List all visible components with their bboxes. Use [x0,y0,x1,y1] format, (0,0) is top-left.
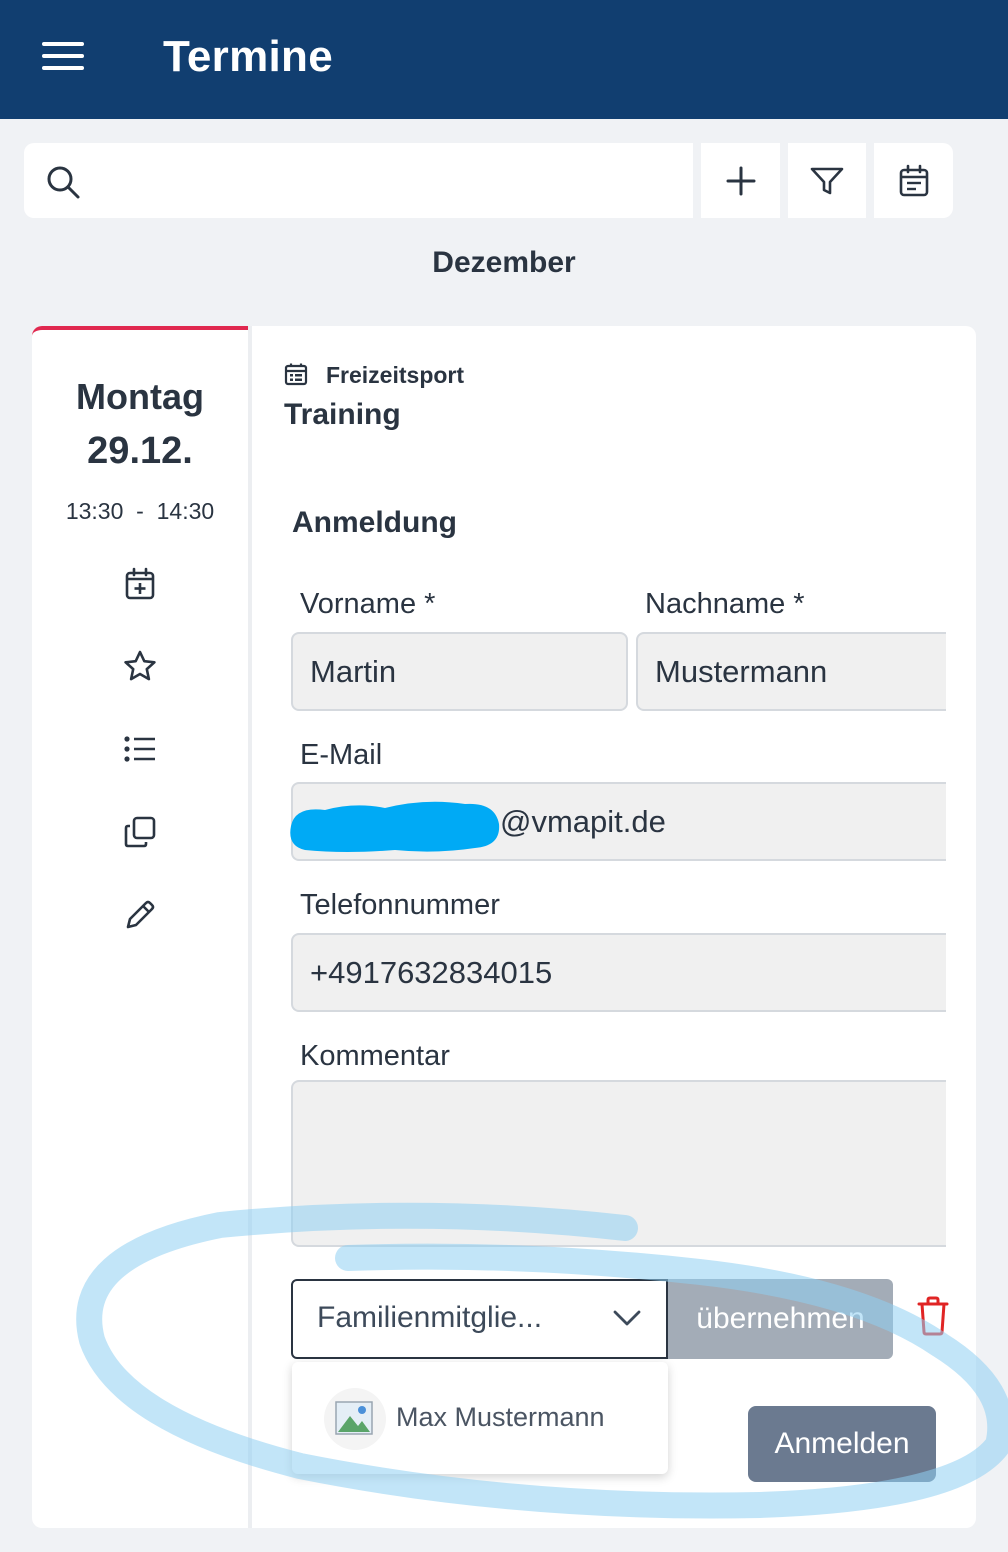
avatar [324,1388,386,1450]
family-member-select-value: Familienmitglie... [317,1301,543,1334]
pencil-icon[interactable] [118,893,162,937]
event-category: Freizeitsport [326,362,465,388]
category-calendar-icon [284,363,308,386]
event-end-time: 14:30 [156,498,215,524]
comment-field[interactable] [291,1080,946,1247]
event-time: 13:30 - 14:30 [32,498,248,525]
search-icon [47,166,80,199]
lastname-label: Nachname * [645,588,805,620]
event-weekday: Montag [76,376,204,417]
copy-icon[interactable] [118,810,162,854]
filter-icon [810,167,844,194]
chevron-down-icon [613,1310,641,1326]
comment-label: Kommentar [300,1040,450,1072]
plus-icon [726,166,755,195]
calendar-icon [899,164,928,196]
event-date: 29.12. [87,430,193,472]
phone-field[interactable]: +4917632834015 [291,933,946,1012]
register-button[interactable]: Anmelden [748,1406,936,1482]
trash-icon[interactable] [916,1296,950,1336]
page-title: Termine [163,32,334,81]
month-heading: Dezember [432,246,576,279]
column-divider [248,326,252,1528]
app-bar: Termine [0,0,1008,119]
family-member-option-label: Max Mustermann [396,1402,605,1432]
calendar-add-icon[interactable] [118,562,162,606]
family-member-select[interactable]: Familienmitglie... [291,1279,668,1359]
filter-button[interactable] [788,143,866,218]
star-icon[interactable] [118,644,162,688]
family-member-option[interactable]: Max Mustermann [292,1362,668,1474]
event-card: Montag 29.12. 13:30 - 14:30 Freizeitspor… [32,326,976,1528]
event-start-time: 13:30 [65,498,124,524]
time-separator: - [136,498,144,524]
event-title: Training [284,398,401,431]
broken-image-icon [335,1401,373,1435]
add-button[interactable] [701,143,780,218]
firstname-field[interactable]: Martin [291,632,628,711]
lastname-field[interactable]: Mustermann [636,632,946,711]
form-heading: Anmeldung [292,506,457,539]
event-date-column: Montag 29.12. 13:30 - 14:30 [32,326,248,1528]
phone-label: Telefonnummer [300,889,500,921]
apply-button[interactable]: übernehmen [668,1279,893,1359]
family-member-dropdown: Max Mustermann [292,1362,668,1474]
list-icon[interactable] [118,727,162,771]
search-bar[interactable] [24,143,693,218]
redaction-scribble [290,801,500,852]
email-label: E-Mail [300,739,383,771]
search-input[interactable] [104,153,684,208]
firstname-label: Vorname * [300,588,436,620]
hamburger-menu-icon[interactable] [40,38,86,74]
calendar-view-button[interactable] [874,143,953,218]
